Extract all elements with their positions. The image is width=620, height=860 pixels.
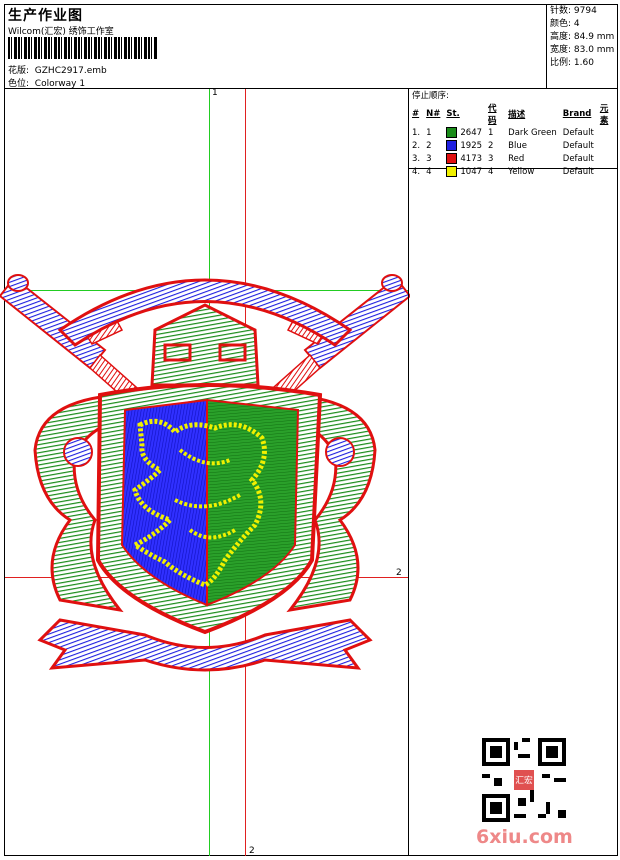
qr-seal-text: 汇宏 <box>515 774 533 786</box>
col-header: 描述 <box>508 110 526 120</box>
stitch-count-cell: 4173 <box>444 152 486 165</box>
row-number: 1. <box>412 127 421 138</box>
needle-number: 2 <box>426 140 432 151</box>
row-number: 3. <box>412 153 421 164</box>
table-row: 4. 4 1047 4 Yellow Default <box>410 165 618 178</box>
color-swatch <box>446 166 458 177</box>
element <box>598 152 618 165</box>
color-count: 颜色: 4 <box>550 19 580 29</box>
col-header: 代码 <box>488 104 497 126</box>
stitch-count-cell: 2647 <box>444 126 486 139</box>
stitch-count-cell: 1047 <box>444 165 486 178</box>
row-number: 4. <box>412 166 421 177</box>
color-code: 1 <box>488 127 494 138</box>
col-header: Brand <box>562 109 592 119</box>
stitch-count-cell: 1925 <box>444 139 486 152</box>
element <box>598 139 618 152</box>
table-header-row: # N# St. 代码 描述 Brand 元素 <box>410 102 618 126</box>
stitch-count: 针数: 9794 <box>550 6 597 16</box>
panel-divider <box>408 169 409 856</box>
element <box>598 126 618 139</box>
brand: Default <box>562 153 594 164</box>
brand: Default <box>562 140 594 151</box>
needle-number: 4 <box>426 166 432 177</box>
col-header: # <box>412 109 420 119</box>
stop-sequence-panel: 停止顺序: # N# St. 代码 描述 Brand 元素 1. 1 2647 1 Da… <box>408 89 618 177</box>
color-description: Dark Green <box>508 127 557 138</box>
color-description: Yellow <box>508 166 535 177</box>
brand: Default <box>562 166 594 177</box>
color-code: 3 <box>488 153 494 164</box>
table-row: 2. 2 1925 2 Blue Default <box>410 139 618 152</box>
col-header: N# <box>426 109 441 119</box>
embroidery-design <box>0 274 410 672</box>
stats-box: 针数: 9794 颜色: 4 高度: 84.9 mm 宽度: 83.0 mm 比… <box>546 4 618 88</box>
color-swatch <box>446 153 458 164</box>
row-number: 2. <box>412 140 421 151</box>
qr-code: 汇宏 <box>482 738 566 822</box>
col-header: St. <box>446 109 460 119</box>
col-header: 元素 <box>599 104 609 126</box>
design-height: 高度: 84.9 mm <box>550 32 615 42</box>
color-description: Red <box>508 153 525 164</box>
brand: Default <box>562 127 594 138</box>
color-swatch <box>446 127 458 138</box>
table-row: 1. 1 2647 1 Dark Green Default <box>410 126 618 139</box>
color-description: Blue <box>508 140 527 151</box>
color-code: 2 <box>488 140 494 151</box>
element <box>598 165 618 178</box>
color-code: 4 <box>488 166 494 177</box>
scale: 比例: 1.60 <box>550 58 594 68</box>
stop-sequence-table: # N# St. 代码 描述 Brand 元素 1. 1 2647 1 Dark Gre… <box>410 102 618 178</box>
needle-number: 1 <box>426 127 432 138</box>
stop-sequence-title: 停止顺序: <box>412 91 449 101</box>
color-swatch <box>446 140 458 151</box>
table-row: 3. 3 4173 3 Red Default <box>410 152 618 165</box>
design-width: 宽度: 83.0 mm <box>550 45 615 55</box>
needle-number: 3 <box>426 153 432 164</box>
watermark: 6xiu.com <box>476 826 573 848</box>
